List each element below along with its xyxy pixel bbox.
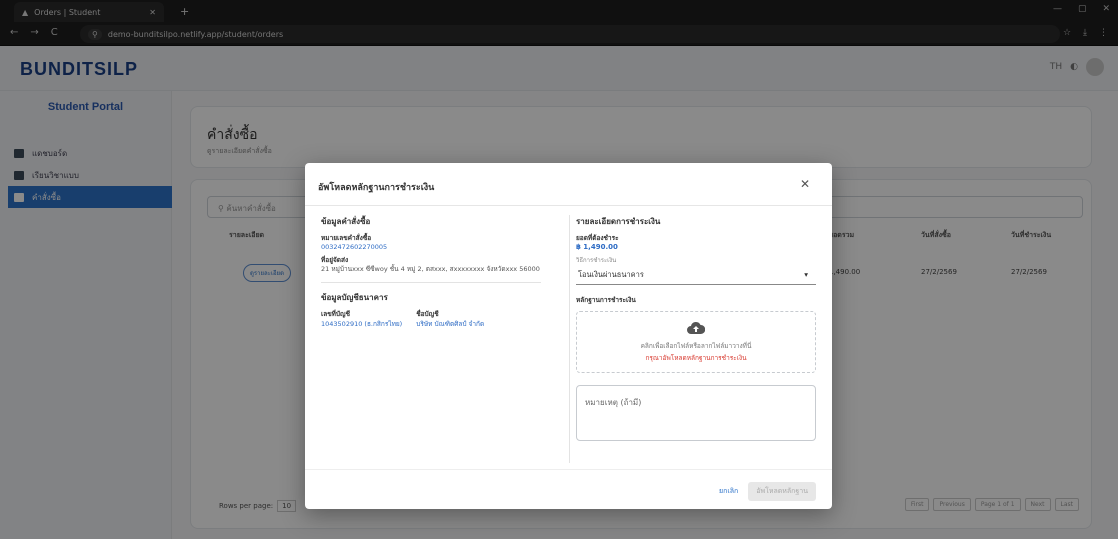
amount-label: ยอดที่ต้องชำระ <box>576 234 619 242</box>
note-placeholder: หมายเหตุ (ถ้ามี) <box>585 398 642 407</box>
dropzone-text: คลิกเพื่อเลือกไฟล์หรือลากไฟล์มาวางที่นี่ <box>640 342 752 350</box>
payment-method-label: วิธีการชำระเงิน <box>576 257 617 264</box>
payment-method-select[interactable]: โอนเงินผ่านธนาคาร ▾ <box>576 265 816 285</box>
chevron-down-icon: ▾ <box>804 270 808 279</box>
payment-column: รายละเอียดการชำระเงิน ยอดที่ต้องชำระ ฿ 1… <box>569 215 817 463</box>
bank-info-heading: ข้อมูลบัญชีธนาคาร <box>321 293 388 302</box>
proof-label: หลักฐานการชำระเงิน <box>576 296 636 304</box>
dialog-actions: ยกเลิก อัพโหลดหลักฐาน <box>719 482 816 501</box>
address-value: 21 หมู่บ้านxxx ซีซีwoy ชั้น 4 หมู่ 2, ตส… <box>321 265 540 273</box>
dropzone-warning: กรุณาอัพโหลดหลักฐานการชำระเงิน <box>645 354 747 362</box>
order-no-label: หมายเลขคำสั่งซื้อ <box>321 234 372 242</box>
account-number-block: เลขที่บัญชี 1043502910 (ธ.กสิกรไทย) <box>321 309 402 333</box>
address-label: ที่อยู่จัดส่ง <box>321 256 349 264</box>
file-dropzone[interactable]: คลิกเพื่อเลือกไฟล์หรือลากไฟล์มาวางที่นี่… <box>576 311 816 373</box>
payment-method-value: โอนเงินผ่านธนาคาร <box>578 269 644 279</box>
account-name-label: ชื่อบัญชี <box>416 310 439 318</box>
payment-heading: รายละเอียดการชำระเงิน <box>576 217 661 226</box>
account-number-label: เลขที่บัญชี <box>321 310 351 318</box>
divider <box>321 282 541 283</box>
note-textarea[interactable]: หมายเหตุ (ถ้ามี) <box>576 385 816 441</box>
bank-info-row: เลขที่บัญชี 1043502910 (ธ.กสิกรไทย) ชื่อ… <box>321 309 559 333</box>
account-number-value: 1043502910 (ธ.กสิกรไทย) <box>321 320 403 328</box>
amount-value: ฿ 1,490.00 <box>576 243 618 251</box>
cancel-button[interactable]: ยกเลิก <box>719 486 738 497</box>
account-name-value: บริษัท บัณฑิตศิลป์ จำกัด <box>416 320 485 328</box>
divider <box>305 205 832 206</box>
order-info-column: ข้อมูลคำสั่งซื้อ หมายเลขคำสั่งซื้อ 00324… <box>321 215 559 333</box>
close-icon[interactable]: ✕ <box>800 177 810 191</box>
account-name-block: ชื่อบัญชี บริษัท บัณฑิตศิลป์ จำกัด <box>416 309 484 333</box>
divider <box>305 469 832 470</box>
order-info-heading: ข้อมูลคำสั่งซื้อ <box>321 217 371 226</box>
upload-payment-dialog: อัพโหลดหลักฐานการชำระเงิน ✕ ข้อมูลคำสั่ง… <box>305 163 832 509</box>
cloud-upload-icon <box>687 321 705 334</box>
dialog-title: อัพโหลดหลักฐานการชำระเงิน <box>318 183 435 193</box>
upload-proof-button[interactable]: อัพโหลดหลักฐาน <box>748 482 816 501</box>
order-no-value: 0032472602270005 <box>321 243 388 251</box>
